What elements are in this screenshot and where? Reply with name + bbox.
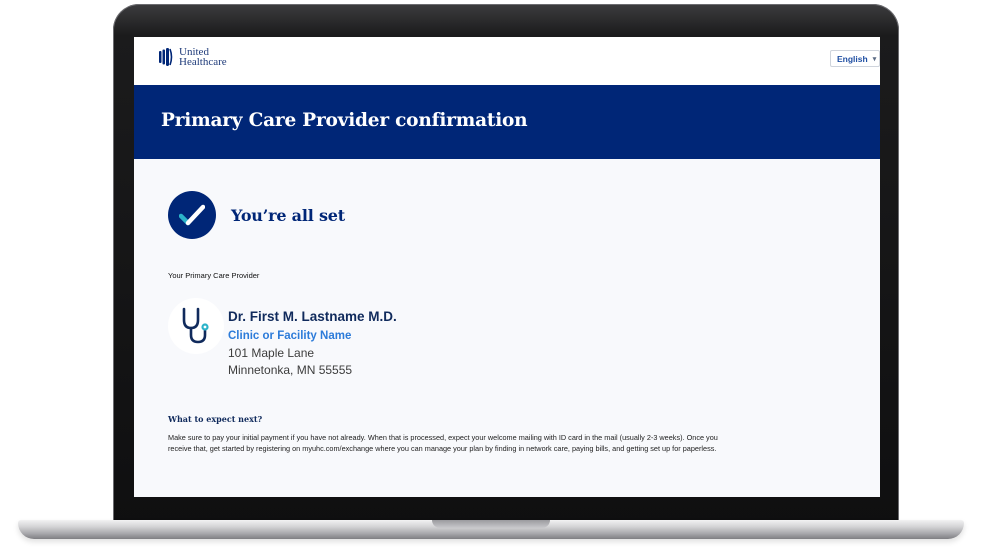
logo-line-2: Healthcare (179, 56, 227, 68)
provider-card: Dr. First M. Lastname M.D. Clinic or Fac… (168, 298, 397, 379)
chevron-down-icon: ▾ (872, 55, 877, 63)
address-line-2: Minnetonka, MN 55555 (228, 363, 353, 377)
section-label: Your Primary Care Provider (168, 271, 260, 280)
stethoscope-icon (182, 307, 209, 344)
next-steps-title: What to expect next? (168, 414, 263, 424)
page-title: Primary Care Provider confirmation (161, 110, 528, 131)
success-title: You’re all set (231, 205, 345, 225)
screen: United Healthcare English ▾ Primary Care… (134, 37, 880, 497)
provider-details: Dr. First M. Lastname M.D. Clinic or Fac… (228, 309, 397, 379)
check-badge (168, 191, 216, 239)
top-bar: United Healthcare English ▾ (134, 37, 880, 85)
language-select[interactable]: English ▾ (830, 50, 880, 67)
next-steps-body: Make sure to pay your initial payment if… (168, 433, 718, 453)
provider-avatar (168, 298, 224, 354)
facility-link[interactable]: Clinic or Facility Name (228, 330, 397, 342)
logo[interactable]: United Healthcare (159, 47, 227, 68)
uhc-logo-icon (159, 48, 173, 66)
address-line-1: 101 Maple Lane (228, 346, 315, 360)
check-icon (179, 204, 205, 226)
laptop-notch (432, 520, 550, 528)
provider-address: 101 Maple Lane Minnetonka, MN 55555 (228, 345, 397, 379)
page-banner: Primary Care Provider confirmation (134, 85, 880, 159)
success-message: You’re all set (168, 191, 345, 239)
provider-name: Dr. First M. Lastname M.D. (228, 309, 397, 324)
logo-wordmark: United Healthcare (179, 47, 227, 68)
language-label: English (837, 53, 868, 64)
